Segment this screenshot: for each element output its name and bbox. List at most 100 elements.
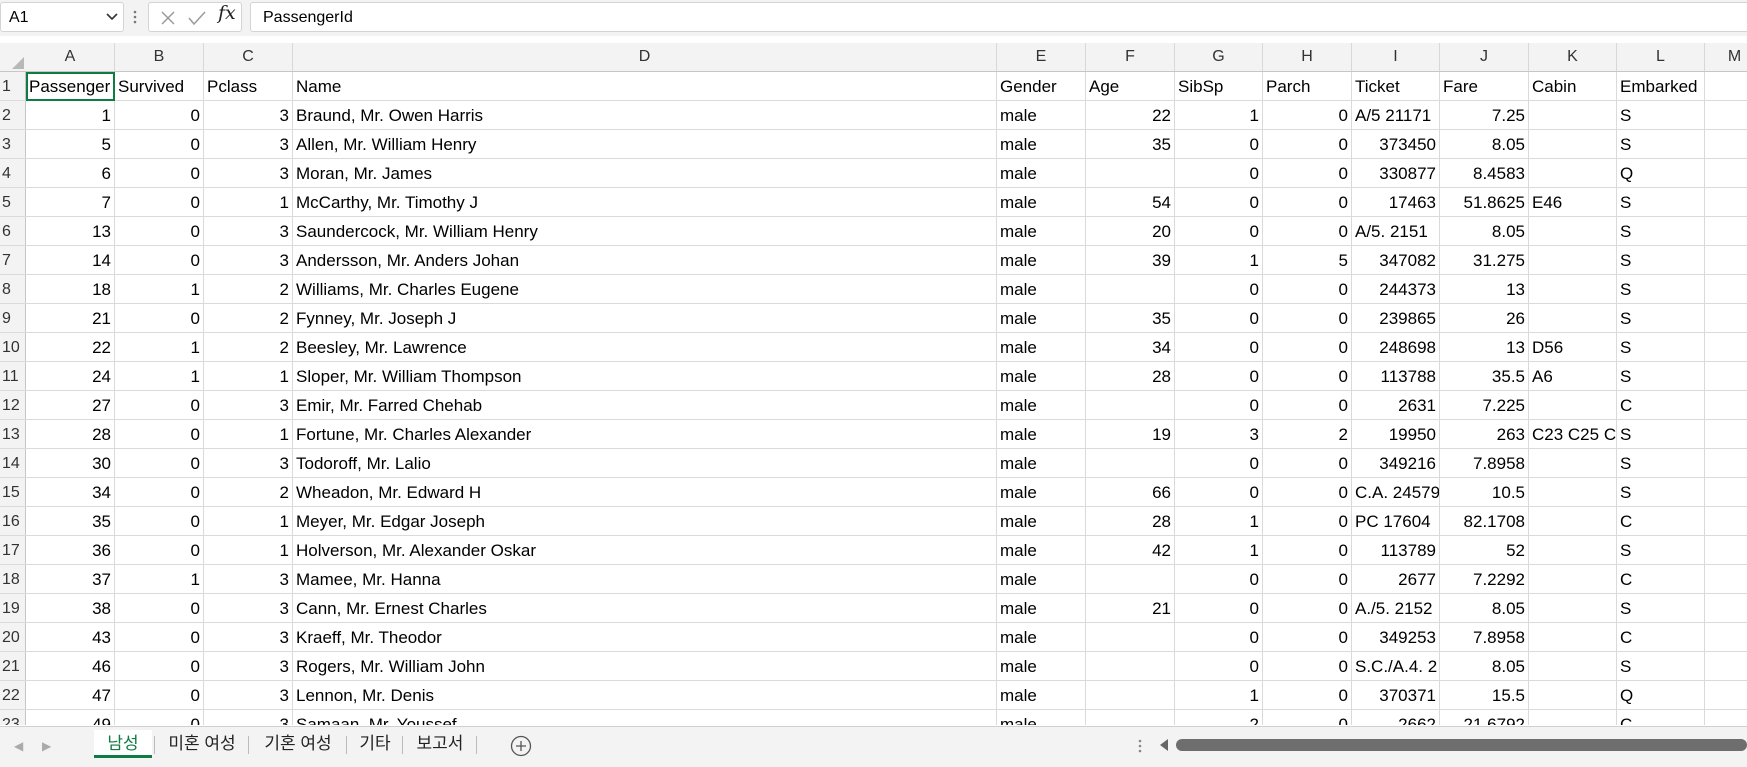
cell-m17[interactable] [1705,536,1747,564]
cell-a4[interactable]: 6 [26,159,115,187]
column-header-e[interactable]: E [997,43,1086,71]
row-header[interactable]: 16 [0,507,26,535]
cell-i5[interactable]: 17463 [1352,188,1440,216]
cell-c16[interactable]: 1 [204,507,293,535]
cell-b5[interactable]: 0 [115,188,204,216]
cell-g23[interactable]: 2 [1175,710,1263,725]
cell-k23[interactable] [1529,710,1617,725]
cell-f18[interactable] [1086,565,1175,593]
cell-g21[interactable]: 0 [1175,652,1263,680]
cell-l19[interactable]: S [1617,594,1705,622]
cell-b18[interactable]: 1 [115,565,204,593]
cell-l9[interactable]: S [1617,304,1705,332]
row-header[interactable]: 10 [0,333,26,361]
cell-h14[interactable]: 0 [1263,449,1352,477]
select-all-triangle-icon[interactable] [12,57,24,69]
cell-i9[interactable]: 239865 [1352,304,1440,332]
cell-e11[interactable]: male [997,362,1086,390]
cell-a16[interactable]: 35 [26,507,115,535]
cell-i1[interactable]: Ticket [1352,72,1440,100]
cell-m6[interactable] [1705,217,1747,245]
cell-g13[interactable]: 3 [1175,420,1263,448]
cell-c17[interactable]: 1 [204,536,293,564]
check-icon[interactable] [187,9,207,27]
cell-c13[interactable]: 1 [204,420,293,448]
cell-e1[interactable]: Gender [997,72,1086,100]
cell-l3[interactable]: S [1617,130,1705,158]
cell-k7[interactable] [1529,246,1617,274]
cell-m16[interactable] [1705,507,1747,535]
row-header[interactable]: 20 [0,623,26,651]
cell-a7[interactable]: 14 [26,246,115,274]
row-header[interactable]: 12 [0,391,26,419]
cell-k15[interactable] [1529,478,1617,506]
cell-f1[interactable]: Age [1086,72,1175,100]
cell-c18[interactable]: 3 [204,565,293,593]
cell-f13[interactable]: 19 [1086,420,1175,448]
cell-g8[interactable]: 0 [1175,275,1263,303]
cell-g11[interactable]: 0 [1175,362,1263,390]
cell-h7[interactable]: 5 [1263,246,1352,274]
cell-k19[interactable] [1529,594,1617,622]
cell-a9[interactable]: 21 [26,304,115,332]
cell-k11[interactable]: A6 [1529,362,1617,390]
cell-f11[interactable]: 28 [1086,362,1175,390]
cell-g1[interactable]: SibSp [1175,72,1263,100]
cell-i7[interactable]: 347082 [1352,246,1440,274]
sheet-tab[interactable]: 보고서 [406,730,474,758]
cell-f12[interactable] [1086,391,1175,419]
cell-e20[interactable]: male [997,623,1086,651]
column-header-a[interactable]: A [26,43,115,71]
cell-h4[interactable]: 0 [1263,159,1352,187]
column-header-d[interactable]: D [293,43,997,71]
cell-m22[interactable] [1705,681,1747,709]
cell-c4[interactable]: 3 [204,159,293,187]
cell-k14[interactable] [1529,449,1617,477]
cell-l22[interactable]: Q [1617,681,1705,709]
cell-g9[interactable]: 0 [1175,304,1263,332]
cell-d9[interactable]: Fynney, Mr. Joseph J [293,304,997,332]
column-header-m[interactable]: M [1705,43,1747,71]
cell-c11[interactable]: 1 [204,362,293,390]
cell-j18[interactable]: 7.2292 [1440,565,1529,593]
cell-k10[interactable]: D56 [1529,333,1617,361]
cell-i21[interactable]: S.C./A.4. 2 [1352,652,1440,680]
cell-j23[interactable]: 21.6792 [1440,710,1529,725]
cell-b19[interactable]: 0 [115,594,204,622]
sheet-tab[interactable]: 기혼 여성 [252,730,344,758]
sheet-tab[interactable]: 미혼 여성 [158,730,246,758]
row-header[interactable]: 4 [0,159,26,187]
cell-c8[interactable]: 2 [204,275,293,303]
cell-a18[interactable]: 37 [26,565,115,593]
name-box-value[interactable]: A1 [9,9,29,27]
cell-g20[interactable]: 0 [1175,623,1263,651]
cell-j12[interactable]: 7.225 [1440,391,1529,419]
cell-l7[interactable]: S [1617,246,1705,274]
cell-l10[interactable]: S [1617,333,1705,361]
row-header[interactable]: 19 [0,594,26,622]
cell-m12[interactable] [1705,391,1747,419]
cell-f10[interactable]: 34 [1086,333,1175,361]
cell-b22[interactable]: 0 [115,681,204,709]
cell-d2[interactable]: Braund, Mr. Owen Harris [293,101,997,129]
name-box[interactable]: A1 [0,2,124,32]
cell-a12[interactable]: 27 [26,391,115,419]
cell-i23[interactable]: 2662 [1352,710,1440,725]
row-header[interactable]: 1 [0,72,26,100]
cell-d21[interactable]: Rogers, Mr. William John [293,652,997,680]
row-header[interactable]: 15 [0,478,26,506]
cell-h3[interactable]: 0 [1263,130,1352,158]
cell-g3[interactable]: 0 [1175,130,1263,158]
row-header[interactable]: 14 [0,449,26,477]
cell-h6[interactable]: 0 [1263,217,1352,245]
cell-h17[interactable]: 0 [1263,536,1352,564]
cell-g12[interactable]: 0 [1175,391,1263,419]
row-header[interactable]: 3 [0,130,26,158]
cell-f8[interactable] [1086,275,1175,303]
cell-b8[interactable]: 1 [115,275,204,303]
cell-f16[interactable]: 28 [1086,507,1175,535]
cell-h13[interactable]: 2 [1263,420,1352,448]
cell-j13[interactable]: 263 [1440,420,1529,448]
cell-d20[interactable]: Kraeff, Mr. Theodor [293,623,997,651]
cell-e4[interactable]: male [997,159,1086,187]
